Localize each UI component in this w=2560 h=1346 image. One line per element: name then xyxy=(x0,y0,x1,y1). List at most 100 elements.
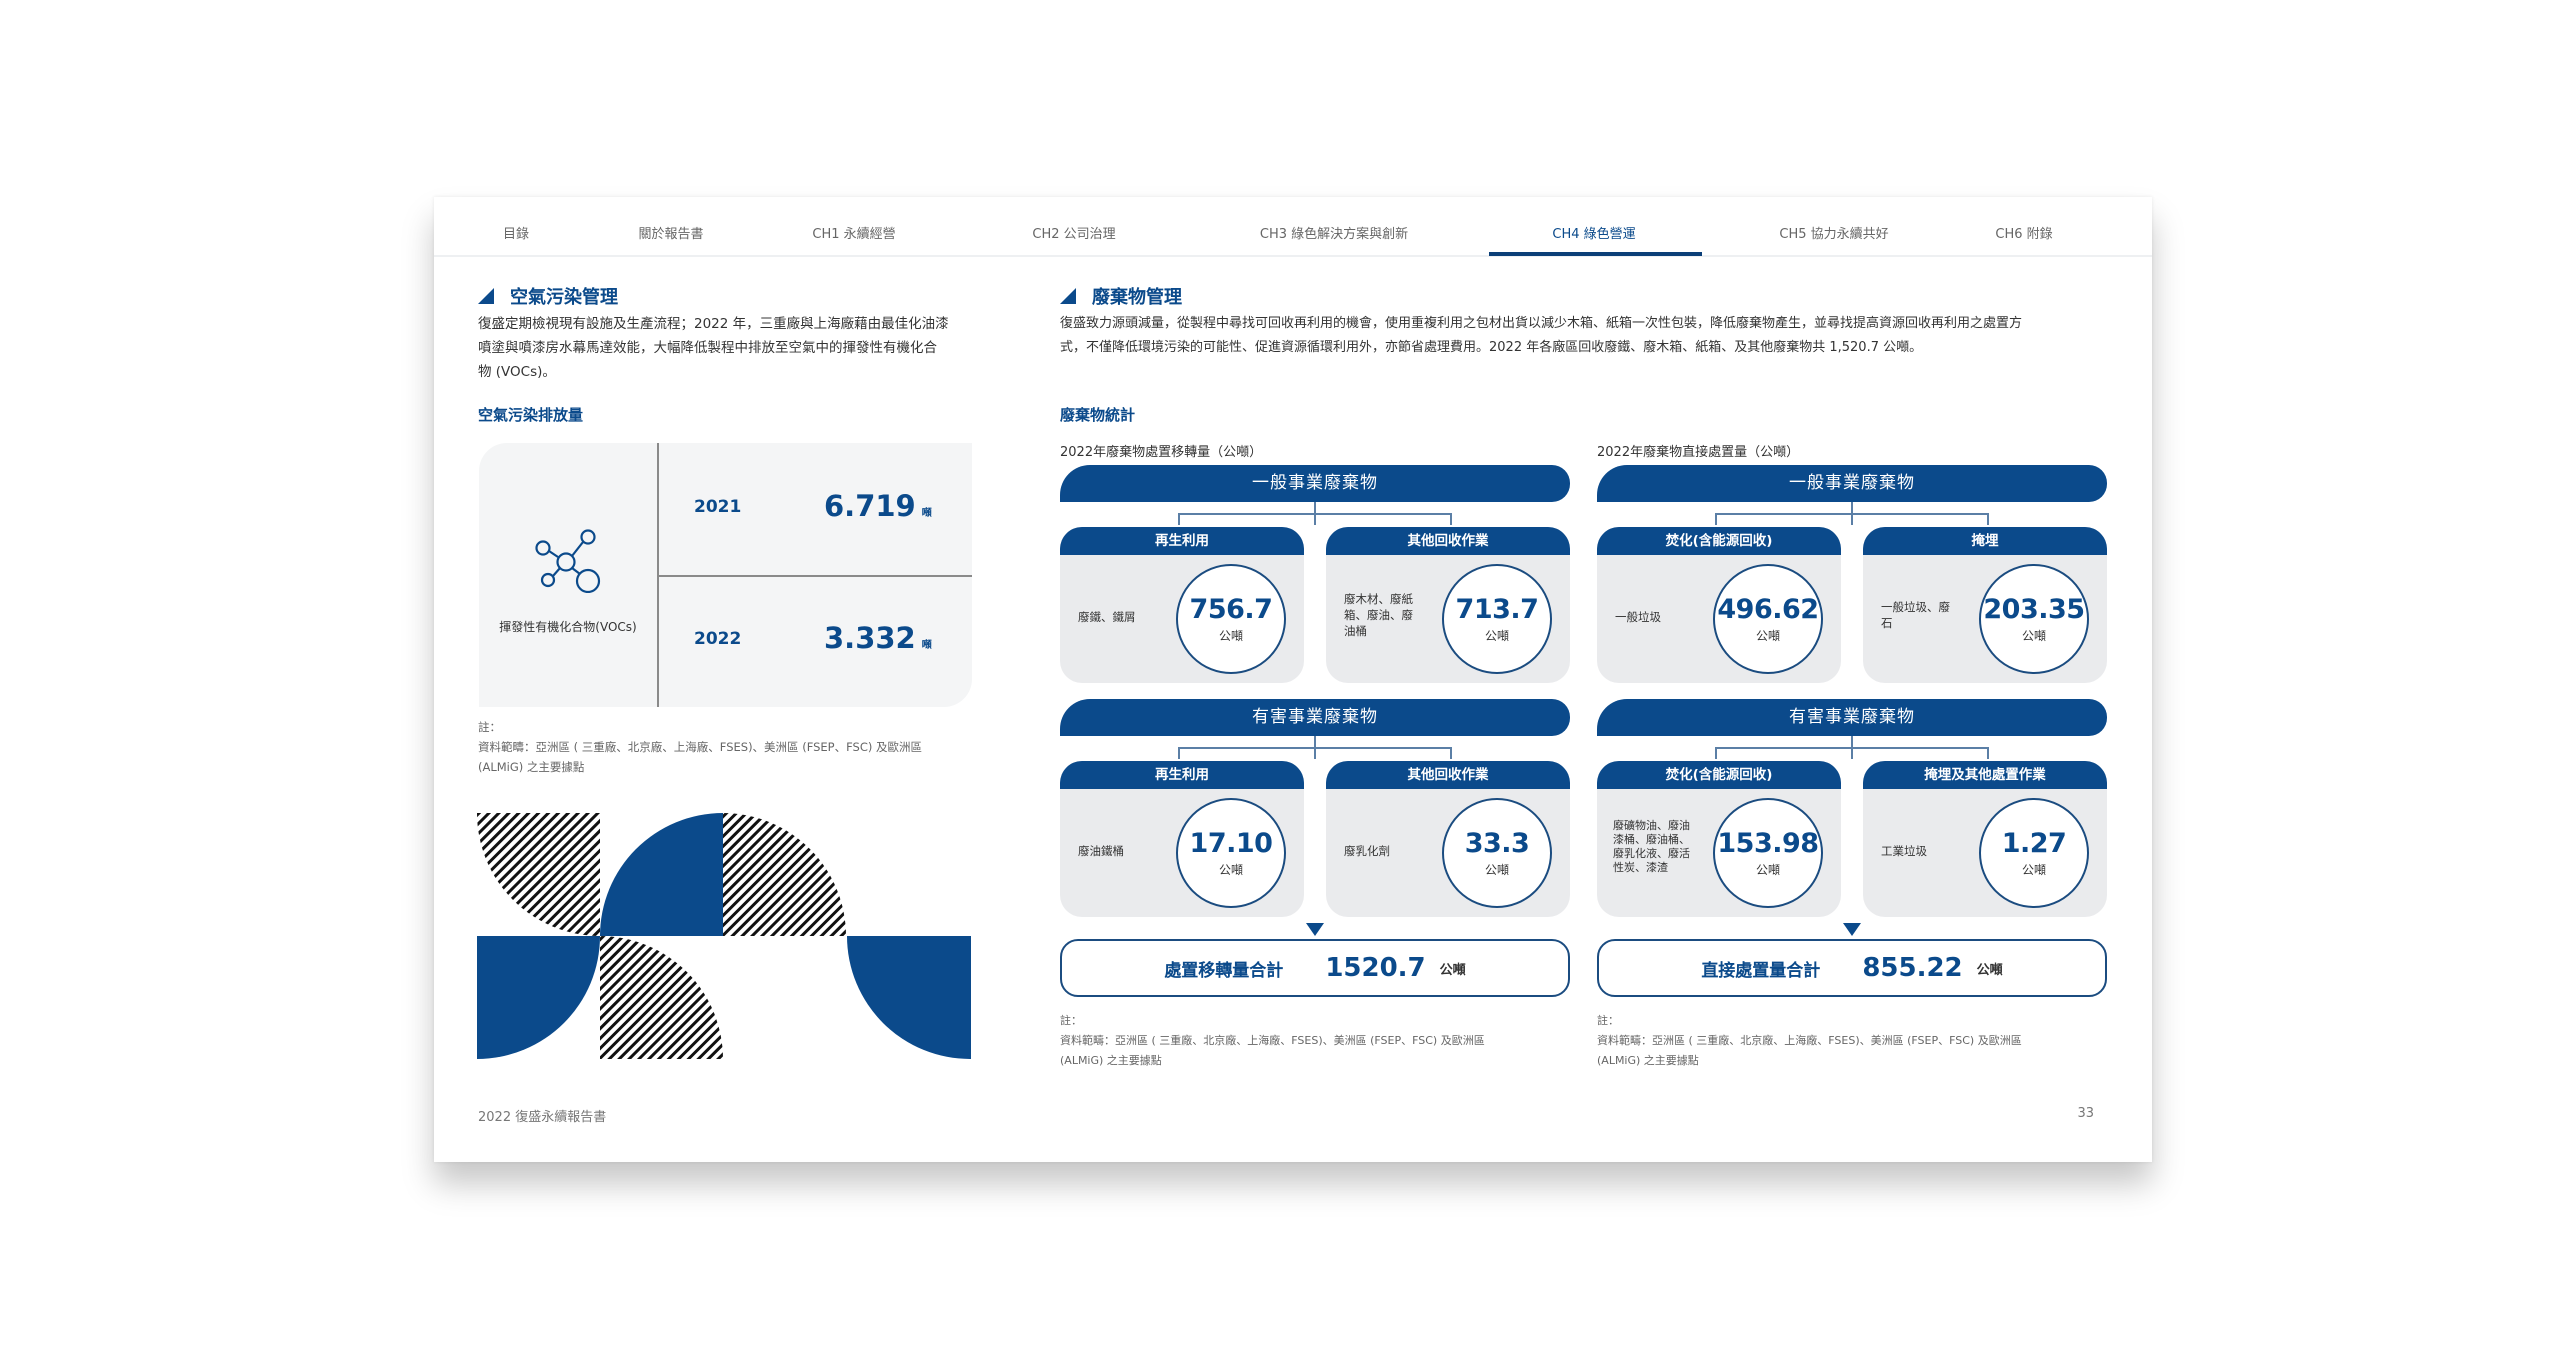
waste-box: 掩埋及其他處置作業 工業垃圾 1.27 公噸 xyxy=(1863,761,2107,917)
box-heading: 其他回收作業 xyxy=(1326,761,1570,789)
value-circle: 203.35 公噸 xyxy=(1979,564,2089,674)
box-heading: 焚化(含能源回收) xyxy=(1597,527,1841,555)
value: 33.3 xyxy=(1464,828,1530,859)
value-circle: 1.27 公噸 xyxy=(1979,798,2089,908)
value: 203.35 xyxy=(1983,594,2085,625)
diagram-title: 2022年廢棄物處置移轉量（公噸） xyxy=(1060,445,1263,460)
value: 756.7 xyxy=(1189,594,1273,625)
blue-quarter-shape xyxy=(847,936,971,1060)
down-arrow-icon xyxy=(1306,923,1324,936)
paragraph-line: 噴塗與噴漆房水幕馬達效能，大幅降低製程中排放至空氣中的揮發性有機化合 xyxy=(478,340,937,356)
unit: 公噸 xyxy=(2021,863,2046,877)
voc-value-2022: 3.332 噸 xyxy=(824,621,932,655)
report-title-footer: 2022 復盛永續報告書 xyxy=(478,1110,607,1125)
unit: 公噸 xyxy=(1484,629,1509,643)
molecule-icon xyxy=(535,529,601,593)
connector xyxy=(1314,513,1452,525)
note-label: 註： xyxy=(1597,1014,1619,1027)
blue-quarter-shape xyxy=(477,936,600,1059)
connector xyxy=(1715,513,1853,525)
value-circle: 153.98 公噸 xyxy=(1713,798,1823,908)
diagram-title: 2022年廢棄物直接處置量（公噸） xyxy=(1597,445,1800,460)
value-circle: 496.62 公噸 xyxy=(1713,564,1823,674)
unit: 公噸 xyxy=(1218,629,1243,643)
note-label: 註： xyxy=(478,720,501,734)
connector xyxy=(1314,747,1452,759)
tab-contents[interactable]: 目錄 xyxy=(503,223,529,242)
box-heading: 掩埋及其他處置作業 xyxy=(1863,761,2107,789)
paragraph-line: 物 (VOCs)。 xyxy=(478,364,556,380)
note-line: 資料範疇：亞洲區 ( 三重廠、北京廠、上海廠、FSES)、美洲區 (FSEP、F… xyxy=(478,740,922,754)
air-emission-subtitle: 空氣污染排放量 xyxy=(478,406,584,424)
value: 713.7 xyxy=(1455,594,1539,625)
tab-ch6[interactable]: CH6 附錄 xyxy=(1995,223,2052,242)
tab-ch1[interactable]: CH1 永續經營 xyxy=(812,223,895,242)
waste-box: 再生利用 廢鐵、鐵屑 756.7 公噸 xyxy=(1060,527,1304,683)
box-heading: 焚化(含能源回收) xyxy=(1597,761,1841,789)
total-value: 1520.7 xyxy=(1325,953,1426,983)
waste-management-heading: 廢棄物管理 xyxy=(1060,283,1182,309)
total-unit: 公噸 xyxy=(1439,962,1466,978)
air-pollution-paragraph: 復盛定期檢視現有設施及生產流程；2022 年，三重廠與上海廠藉由最佳化油漆 噴塗… xyxy=(478,312,978,384)
hatched-quarter-shape xyxy=(600,936,723,1059)
tab-ch3[interactable]: CH3 綠色解決方案與創新 xyxy=(1260,223,1408,242)
air-pollution-title: 空氣污染管理 xyxy=(510,287,618,308)
voc-year-2022: 2022 xyxy=(694,629,742,649)
note-line: (ALMiG) 之主要據點 xyxy=(1597,1054,1699,1067)
down-arrow-icon xyxy=(1843,923,1861,936)
waste-paragraph: 復盛致力源頭減量，從製程中尋找可回收再利用的機會，使用重複利用之包材出貨以減少木… xyxy=(1060,312,2140,360)
chapter-nav: 目錄 關於報告書 CH1 永續經營 CH2 公司治理 CH3 綠色解決方案與創新… xyxy=(434,197,2152,257)
paragraph-line: 復盛定期檢視現有設施及生產流程；2022 年，三重廠與上海廠藉由最佳化油漆 xyxy=(478,316,949,332)
value-circle: 713.7 公噸 xyxy=(1442,564,1552,674)
box-description: 一般垃圾 xyxy=(1615,610,1661,624)
group-banner: 一般事業廢棄物 xyxy=(1060,465,1570,502)
value: 153.98 xyxy=(1717,828,1819,859)
note-line: (ALMiG) 之主要據點 xyxy=(1060,1054,1162,1067)
paragraph-line: 式，不僅降低環境污染的可能性、促進資源循環利用外，亦節省處理費用。2022 年各… xyxy=(1060,340,1923,355)
total-unit: 公噸 xyxy=(1976,962,2003,978)
group-banner: 一般事業廢棄物 xyxy=(1597,465,2107,502)
connector xyxy=(1178,747,1316,759)
divider xyxy=(659,575,972,577)
box-description: 廢木材、廢紙箱、廢油、廢油桶 xyxy=(1344,592,1413,638)
hatched-quarter-shape xyxy=(723,813,846,936)
note-line: 資料範疇：亞洲區 ( 三重廠、北京廠、上海廠、FSES)、美洲區 (FSEP、F… xyxy=(1597,1034,2022,1047)
waste-box: 再生利用 廢油鐵桶 17.10 公噸 xyxy=(1060,761,1304,917)
total-label: 處置移轉量合計 xyxy=(1164,960,1284,981)
tab-ch5[interactable]: CH5 協力永續共好 xyxy=(1779,223,1888,242)
voc-unit: 噸 xyxy=(921,640,932,651)
air-pollution-heading: 空氣污染管理 xyxy=(478,283,618,309)
waste-box: 其他回收作業 廢木材、廢紙箱、廢油、廢油桶 713.7 公噸 xyxy=(1326,527,1570,683)
page-number: 33 xyxy=(2077,1106,2094,1121)
value-circle: 756.7 公噸 xyxy=(1176,564,1286,674)
waste-box: 其他回收作業 廢乳化劑 33.3 公噸 xyxy=(1326,761,1570,917)
value-circle: 33.3 公噸 xyxy=(1442,798,1552,908)
voc-unit: 噸 xyxy=(921,508,932,519)
waste-box: 焚化(含能源回收) 廢礦物油、廢油漆桶、廢油桶、廢乳化液、廢活性炭、漆渣 153… xyxy=(1597,761,1841,917)
unit: 公噸 xyxy=(1755,863,1780,877)
value: 496.62 xyxy=(1717,594,1819,625)
report-page: 目錄 關於報告書 CH1 永續經營 CH2 公司治理 CH3 綠色解決方案與創新… xyxy=(434,197,2152,1162)
voc-label: 揮發性有機化合物(VOCs) xyxy=(499,620,637,634)
unit: 公噸 xyxy=(1218,863,1243,877)
total-box: 直接處置量合計 855.22 公噸 xyxy=(1597,939,2107,997)
box-heading: 再生利用 xyxy=(1060,527,1304,555)
voc-value: 3.332 xyxy=(824,621,916,655)
tab-ch4[interactable]: CH4 綠色營運 xyxy=(1552,223,1635,242)
connector xyxy=(1851,747,1989,759)
triangle-bullet-icon xyxy=(478,288,494,304)
unit: 公噸 xyxy=(1484,863,1509,877)
note-label: 註： xyxy=(1060,1014,1082,1027)
tab-ch2[interactable]: CH2 公司治理 xyxy=(1032,223,1115,242)
box-description: 廢鐵、鐵屑 xyxy=(1078,610,1136,624)
hatched-quarter-shape xyxy=(477,813,600,936)
unit: 公噸 xyxy=(2021,629,2046,643)
tab-about-report[interactable]: 關於報告書 xyxy=(638,223,703,242)
value-circle: 17.10 公噸 xyxy=(1176,798,1286,908)
connector xyxy=(1851,513,1989,525)
box-heading: 掩埋 xyxy=(1863,527,2107,555)
value: 17.10 xyxy=(1189,828,1273,859)
box-description: 廢礦物油、廢油漆桶、廢油桶、廢乳化液、廢活性炭、漆渣 xyxy=(1613,819,1690,874)
blue-quarter-shape xyxy=(600,813,723,936)
box-heading: 其他回收作業 xyxy=(1326,527,1570,555)
